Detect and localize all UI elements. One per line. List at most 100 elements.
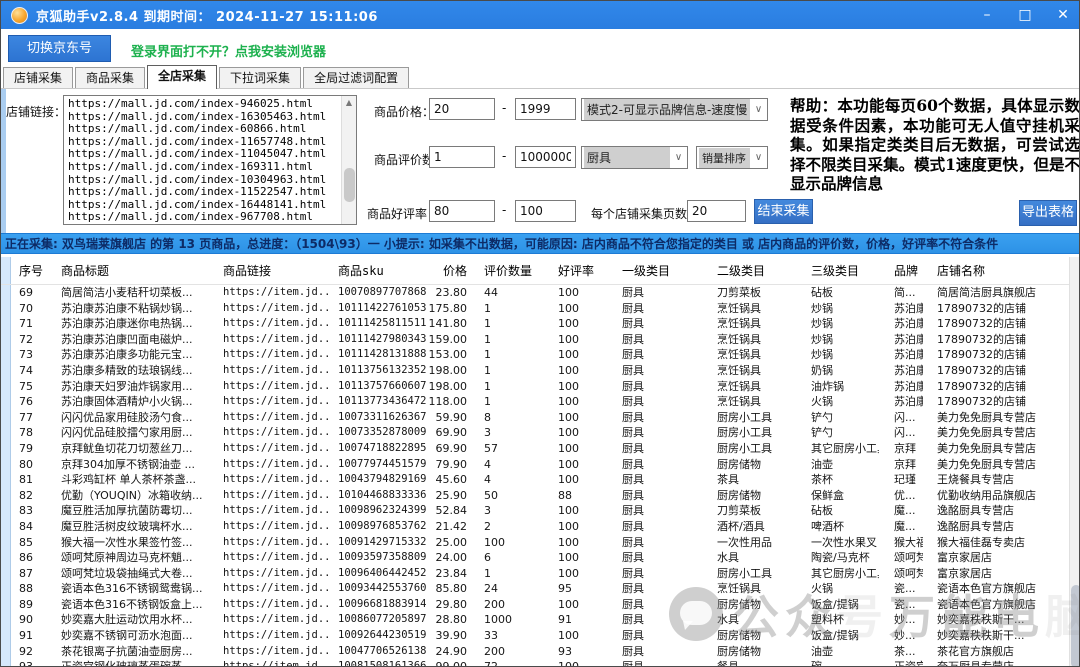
- row-selector[interactable]: [1, 597, 11, 613]
- table-row[interactable]: 76苏泊康固体酒精炉小火锅...https://item.jd...101137…: [1, 394, 1069, 410]
- row-selector[interactable]: [1, 659, 11, 667]
- table-row[interactable]: 81斗彩鸡缸杯 单人茶杯茶盏...https://item.jd...10043…: [1, 472, 1069, 488]
- table-row[interactable]: 85猴大福一次性水果签竹签...https://item.jd...100914…: [1, 535, 1069, 551]
- table-row[interactable]: 89瓷语本色316不锈钢饭盒上...https://item.jd...1009…: [1, 597, 1069, 613]
- cell-5: 1: [469, 347, 541, 363]
- pages-input[interactable]: [687, 200, 746, 222]
- table-row[interactable]: 75苏泊康天妇罗油炸锅家用...https://item.jd...101137…: [1, 379, 1069, 395]
- category-select[interactable]: 厨具 ∨: [581, 146, 688, 169]
- cell-9: 奶锅: [796, 363, 879, 379]
- table-row[interactable]: 91妙奕嘉不锈钢可沥水泡面...https://item.jd...100926…: [1, 628, 1069, 644]
- minimize-icon[interactable]: –: [977, 1, 997, 29]
- column-header-11[interactable]: 店铺名称: [923, 257, 1069, 284]
- row-selector[interactable]: [1, 503, 11, 519]
- sort-select[interactable]: 销量排序 ∨: [696, 146, 768, 169]
- store-links-textarea[interactable]: [64, 96, 342, 224]
- mode-select[interactable]: 模式2-可显示品牌信息-速度慢 ∨: [581, 98, 768, 121]
- row-selector[interactable]: [1, 425, 11, 441]
- reviews-max-input[interactable]: [515, 146, 576, 168]
- table-row[interactable]: 92茶花银离子抗菌油壶厨房...https://item.jd...100477…: [1, 644, 1069, 660]
- row-selector[interactable]: [1, 441, 11, 457]
- cell-8: 厨房小工具: [701, 410, 796, 426]
- price-min-input[interactable]: [429, 98, 495, 120]
- table-row[interactable]: 77闪闪优品家用硅胶汤勺食...https://item.jd...100733…: [1, 410, 1069, 426]
- price-max-input[interactable]: [515, 98, 576, 120]
- table-row[interactable]: 69简居简洁小麦秸秆切菜板...https://item.jd...100708…: [1, 285, 1069, 301]
- table-row[interactable]: 83魔豆胜活加厚抗菌防霉切...https://item.jd...100989…: [1, 503, 1069, 519]
- column-header-10[interactable]: 品牌: [879, 257, 923, 284]
- stop-collect-button[interactable]: 结束采集: [754, 199, 813, 224]
- switch-jd-account-button[interactable]: 切换京东号: [8, 35, 111, 62]
- column-header-1[interactable]: 商品标题: [57, 257, 219, 284]
- maximize-icon[interactable]: □: [1015, 1, 1035, 29]
- column-header-6[interactable]: 好评率: [541, 257, 605, 284]
- cell-0: 75: [11, 379, 57, 395]
- table-row[interactable]: 73苏泊康苏泊康多功能元宝...https://item.jd...101114…: [1, 347, 1069, 363]
- cell-4: 118.00: [427, 394, 469, 410]
- close-icon[interactable]: ✕: [1053, 1, 1073, 29]
- chevron-down-icon[interactable]: ∨: [750, 152, 767, 163]
- table-row[interactable]: 70苏泊康苏泊康不粘锅炒锅...https://item.jd...101114…: [1, 301, 1069, 317]
- table-row[interactable]: 88瓷语本色316不锈钢鸳鸯锅...https://item.jd...1009…: [1, 581, 1069, 597]
- tab-1[interactable]: 店铺采集: [3, 67, 73, 89]
- table-row[interactable]: 71苏泊康苏泊康迷你电热锅...https://item.jd...101114…: [1, 316, 1069, 332]
- tab-3[interactable]: 全店采集: [147, 65, 217, 89]
- cell-2: https://item.jd...: [219, 410, 333, 426]
- rating-max-input[interactable]: [515, 200, 576, 222]
- store-links-scrollbar[interactable]: ▲: [341, 96, 356, 224]
- tab-4[interactable]: 下拉词采集: [219, 67, 301, 89]
- row-selector[interactable]: [1, 301, 11, 317]
- column-header-4[interactable]: 价格: [427, 257, 469, 284]
- table-row[interactable]: 72苏泊康苏泊康凹面电磁炉...https://item.jd...101114…: [1, 332, 1069, 348]
- chevron-down-icon[interactable]: ∨: [670, 152, 687, 163]
- row-selector[interactable]: [1, 472, 11, 488]
- table-scroll-thumb[interactable]: [1071, 585, 1080, 667]
- table-row[interactable]: 79京拜鱿鱼切花刀切葱丝刀...https://item.jd...100747…: [1, 441, 1069, 457]
- rating-min-input[interactable]: [429, 200, 495, 222]
- row-selector[interactable]: [1, 628, 11, 644]
- row-selector[interactable]: [1, 410, 11, 426]
- table-row[interactable]: 74苏泊康多精致的珐琅锅线...https://item.jd...101137…: [1, 363, 1069, 379]
- row-selector[interactable]: [1, 519, 11, 535]
- row-selector[interactable]: [1, 581, 11, 597]
- row-selector[interactable]: [1, 550, 11, 566]
- table-row[interactable]: 86颂呵梵原神周边马克杯魈...https://item.jd...100935…: [1, 550, 1069, 566]
- column-header-5[interactable]: 评价数量: [469, 257, 541, 284]
- table-row[interactable]: 84魔豆胜活树皮纹玻璃杯水...https://item.jd...100989…: [1, 519, 1069, 535]
- row-selector[interactable]: [1, 332, 11, 348]
- row-selector[interactable]: [1, 612, 11, 628]
- column-header-9[interactable]: 三级类目: [796, 257, 879, 284]
- row-selector[interactable]: [1, 316, 11, 332]
- chevron-down-icon[interactable]: ∨: [750, 104, 767, 115]
- export-table-button[interactable]: 导出表格: [1019, 200, 1077, 226]
- scroll-up-icon[interactable]: ▲: [342, 96, 356, 110]
- install-browser-link[interactable]: 登录界面打不开？点我安装浏览器: [131, 41, 326, 60]
- tab-5[interactable]: 全局过滤词配置: [303, 67, 409, 89]
- row-selector[interactable]: [1, 644, 11, 660]
- cell-5: 1000: [469, 612, 541, 628]
- column-header-2[interactable]: 商品链接: [219, 257, 333, 284]
- table-row[interactable]: 80京拜304加厚不锈钢油壶 ...https://item.jd...1007…: [1, 457, 1069, 473]
- row-selector[interactable]: [1, 457, 11, 473]
- row-selector[interactable]: [1, 394, 11, 410]
- table-row[interactable]: 78闪闪优品硅胶擂勺家用厨...https://item.jd...100733…: [1, 425, 1069, 441]
- table-scrollbar[interactable]: [1069, 257, 1080, 667]
- row-selector[interactable]: [1, 363, 11, 379]
- row-selector[interactable]: [1, 379, 11, 395]
- row-selector[interactable]: [1, 347, 11, 363]
- column-header-3[interactable]: 商品sku: [333, 257, 427, 284]
- table-row[interactable]: 82优勤（YOUQIN）冰箱收纳...https://item.jd...101…: [1, 488, 1069, 504]
- column-header-8[interactable]: 二级类目: [701, 257, 796, 284]
- tab-2[interactable]: 商品采集: [75, 67, 145, 89]
- row-selector[interactable]: [1, 566, 11, 582]
- table-row[interactable]: 90妙奕嘉大肚运动饮用水杯...https://item.jd...100860…: [1, 612, 1069, 628]
- table-row[interactable]: 93正瓷宫钢化玻璃蒸蛋碗蒸...https://item.jd...100815…: [1, 659, 1069, 667]
- column-header-0[interactable]: 序号: [11, 257, 57, 284]
- scroll-thumb[interactable]: [344, 168, 355, 202]
- column-header-7[interactable]: 一级类目: [605, 257, 701, 284]
- reviews-min-input[interactable]: [429, 146, 495, 168]
- row-selector[interactable]: [1, 285, 11, 301]
- row-selector[interactable]: [1, 535, 11, 551]
- row-selector[interactable]: [1, 488, 11, 504]
- table-row[interactable]: 87颂呵梵垃圾袋抽绳式大卷...https://item.jd...100964…: [1, 566, 1069, 582]
